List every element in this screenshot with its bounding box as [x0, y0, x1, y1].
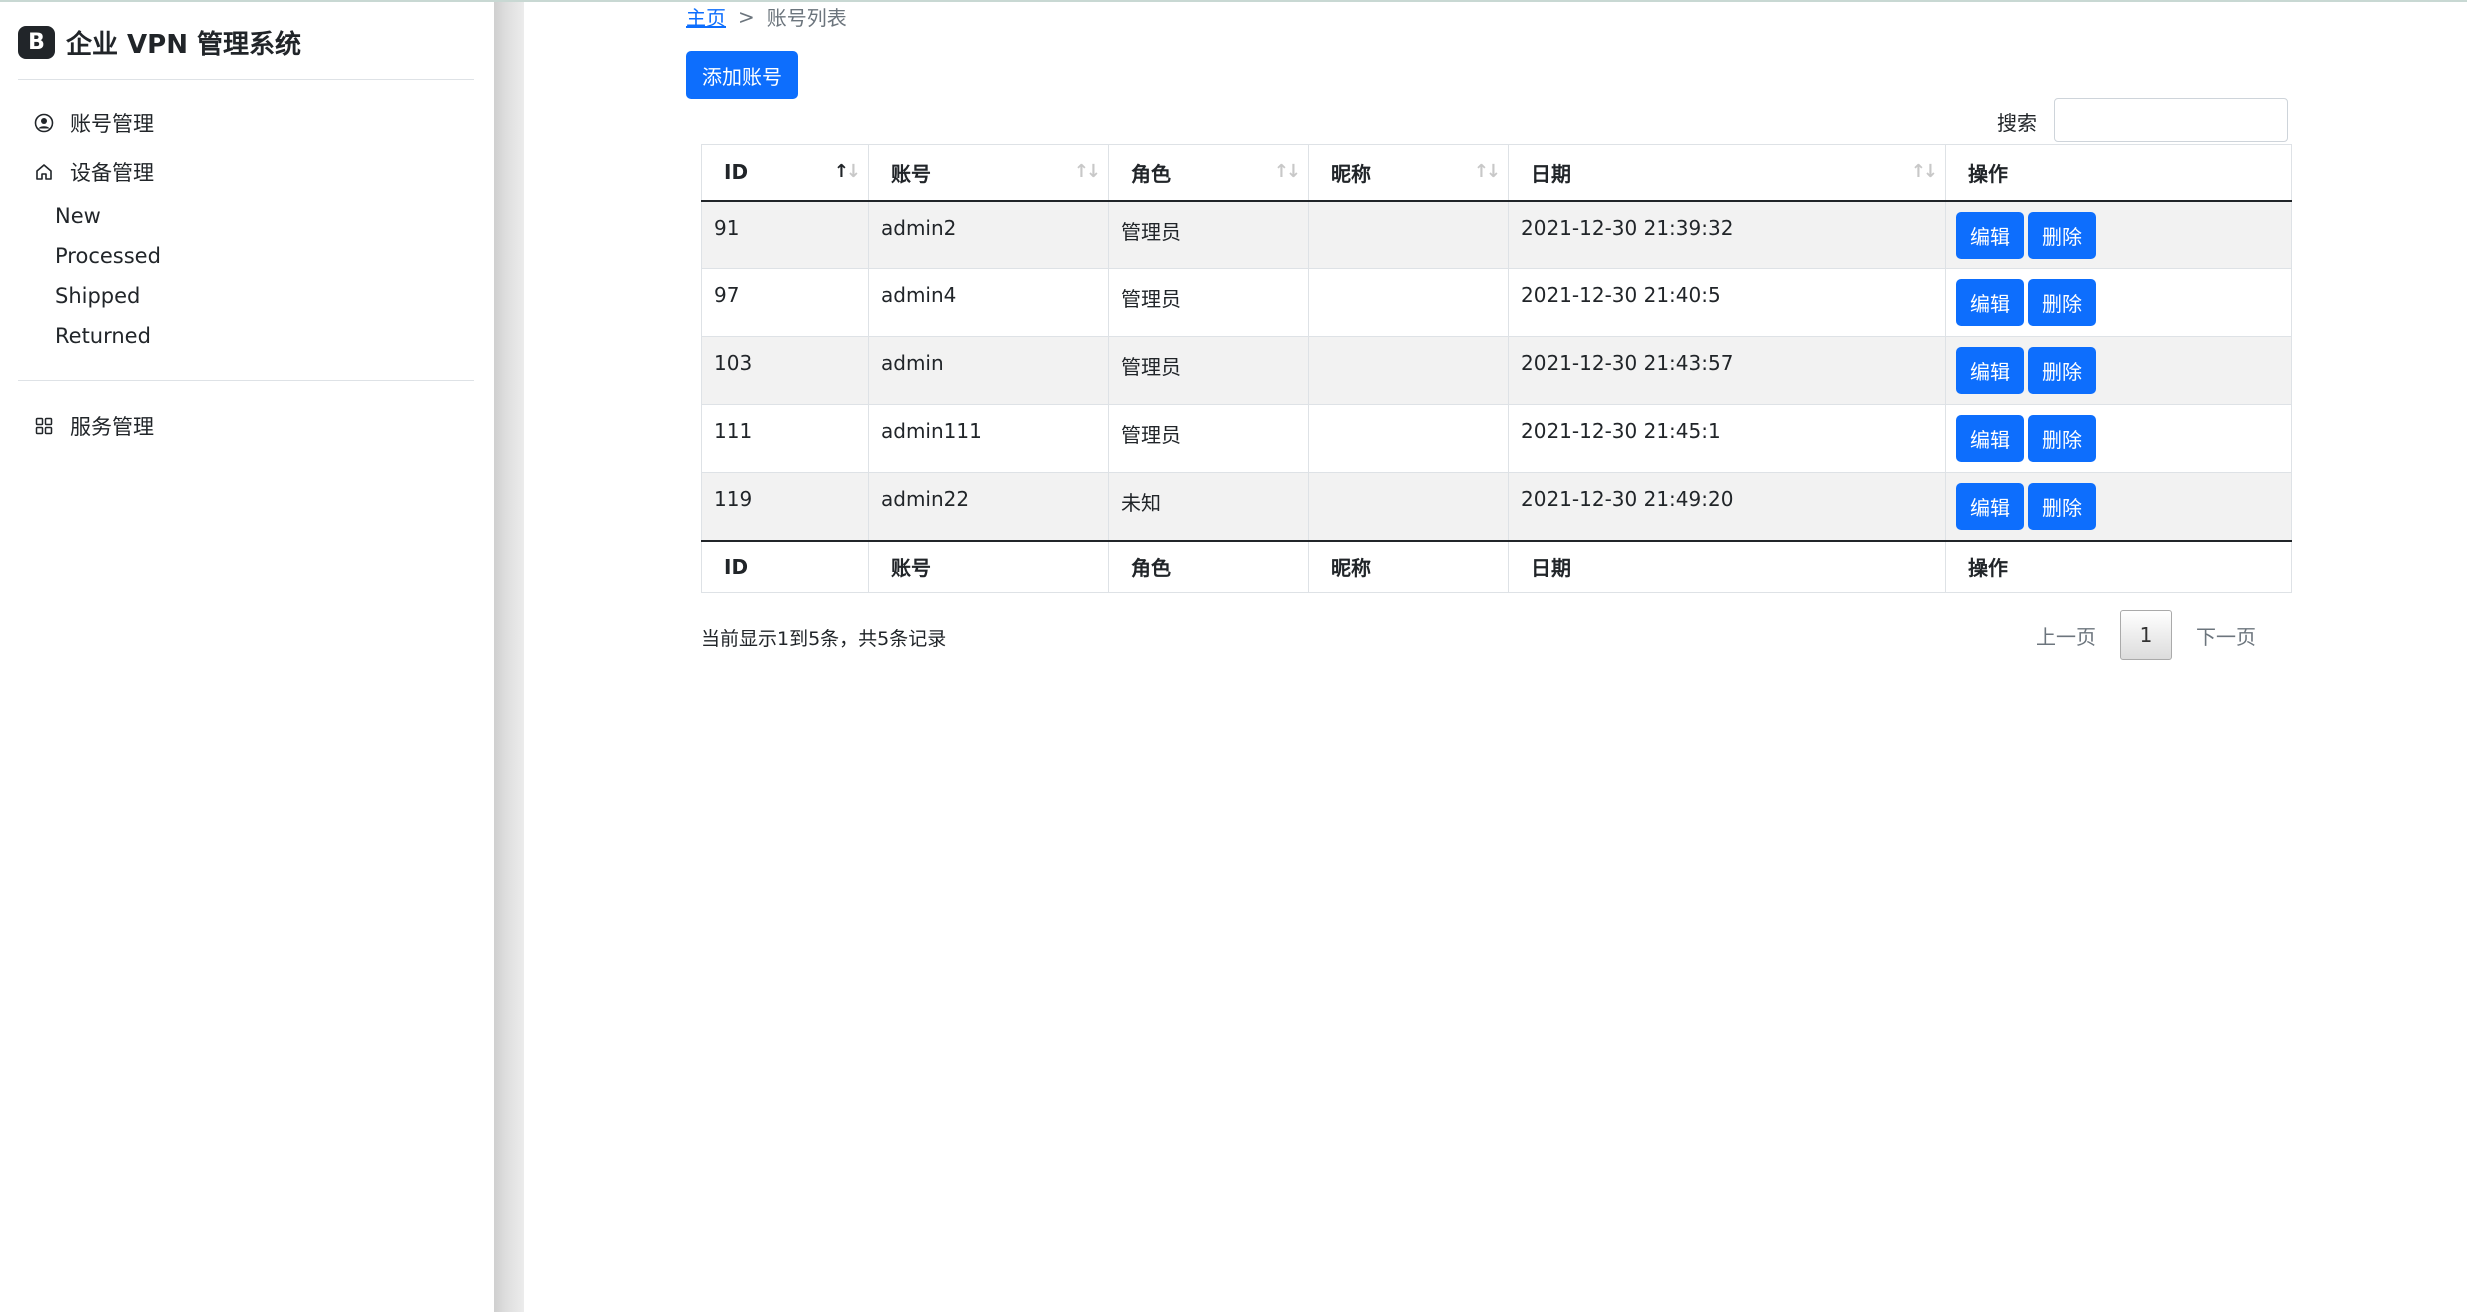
breadcrumb: 主页 > 账号列表 [686, 2, 847, 31]
house-icon [34, 162, 54, 182]
delete-button[interactable]: 删除 [2028, 483, 2096, 530]
brand-logo-icon: B [18, 25, 55, 59]
breadcrumb-home-link[interactable]: 主页 [686, 2, 726, 31]
cell-date: 2021-12-30 21:43:57 [1508, 336, 1946, 405]
delete-button[interactable]: 删除 [2028, 415, 2096, 462]
sidebar-subitem-shipped[interactable]: Shipped [55, 279, 140, 313]
cell-nickname [1308, 404, 1509, 473]
next-page-button[interactable]: 下一页 [2196, 621, 2256, 650]
sort-icon: ↑↓ [833, 161, 861, 182]
cell-role: 管理员 [1108, 200, 1309, 269]
table-row: 103 admin 管理员 2021-12-30 21:43:57 编辑 删除 [701, 336, 2292, 405]
cell-account: admin111 [868, 404, 1109, 473]
search-label: 搜索 [1997, 111, 2037, 135]
delete-button[interactable]: 删除 [2028, 347, 2096, 394]
cell-nickname [1308, 268, 1509, 337]
cell-role: 未知 [1108, 472, 1309, 541]
sort-icon: ↑↓ [1473, 161, 1501, 182]
cell-date: 2021-12-30 21:49:20 [1508, 472, 1946, 541]
edit-button[interactable]: 编辑 [1956, 279, 2024, 326]
sidebar-divider [18, 380, 474, 381]
sidebar-subitem-returned[interactable]: Returned [55, 319, 151, 353]
sort-icon: ↑↓ [1073, 161, 1101, 182]
cell-id: 103 [701, 336, 869, 405]
delete-button[interactable]: 删除 [2028, 211, 2096, 259]
brand[interactable]: B 企业 VPN 管理系统 [18, 22, 301, 62]
cell-id: 111 [701, 404, 869, 473]
search-input[interactable] [2054, 98, 2288, 142]
table-row: 91 admin2 管理员 2021-12-30 21:39:32 编辑 删除 [701, 200, 2292, 269]
pagination: 上一页 1 下一页 [2036, 609, 2256, 661]
sidebar: B 企业 VPN 管理系统 账号管理 设备管理 New Processed Sh… [0, 2, 494, 1312]
footer-header-date: 日期 [1508, 539, 1946, 593]
cell-actions: 编辑 删除 [1945, 336, 2292, 405]
footer-header-actions: 操作 [1945, 539, 2292, 593]
cell-role: 管理员 [1108, 268, 1309, 337]
brand-title: 企业 VPN 管理系统 [66, 29, 302, 60]
table-row: 111 admin111 管理员 2021-12-30 21:45:1 编辑 删除 [701, 404, 2292, 473]
footer-header-role: 角色 [1108, 539, 1309, 593]
column-header-date[interactable]: 日期 ↑↓ [1508, 144, 1946, 202]
cell-role: 管理员 [1108, 336, 1309, 405]
sidebar-divider [18, 79, 474, 80]
cell-role: 管理员 [1108, 404, 1309, 473]
edit-button[interactable]: 编辑 [1956, 211, 2024, 259]
cell-id: 119 [701, 472, 869, 541]
cell-account: admin4 [868, 268, 1109, 337]
cell-account: admin [868, 336, 1109, 405]
footer-header-id: ID [701, 539, 869, 593]
cell-actions: 编辑 删除 [1945, 472, 2292, 541]
footer-header-nickname: 昵称 [1308, 539, 1509, 593]
add-account-button[interactable]: 添加账号 [686, 51, 798, 99]
table-row: 119 admin22 未知 2021-12-30 21:49:20 编辑 删除 [701, 472, 2292, 541]
sidebar-item-device[interactable]: 设备管理 [34, 154, 154, 190]
edit-button[interactable]: 编辑 [1956, 347, 2024, 394]
sidebar-resize-handle[interactable] [494, 2, 524, 1312]
cell-nickname [1308, 472, 1509, 541]
edit-button[interactable]: 编辑 [1956, 483, 2024, 530]
sidebar-item-label: 账号管理 [70, 112, 154, 136]
cell-date: 2021-12-30 21:45:1 [1508, 404, 1946, 473]
sidebar-subitem-processed[interactable]: Processed [55, 239, 161, 273]
cell-account: admin22 [868, 472, 1109, 541]
sidebar-subitem-new[interactable]: New [55, 199, 101, 233]
column-header-actions: 操作 [1945, 144, 2292, 202]
sidebar-item-label: 设备管理 [70, 161, 154, 185]
table-header-row: ID ↑↓ 账号 ↑↓ 角色 ↑↓ 昵称 ↑↓ 日期 ↑↓ 操作 [701, 144, 2292, 202]
table-footer-row: ID 账号 角色 昵称 日期 操作 [701, 539, 2292, 593]
person-circle-icon [34, 113, 54, 133]
cell-actions: 编辑 删除 [1945, 404, 2292, 473]
cell-actions: 编辑 删除 [1945, 200, 2292, 269]
edit-button[interactable]: 编辑 [1956, 415, 2024, 462]
grid-icon [34, 416, 54, 436]
cell-actions: 编辑 删除 [1945, 268, 2292, 337]
column-header-nickname[interactable]: 昵称 ↑↓ [1308, 144, 1509, 202]
sidebar-item-label: 服务管理 [70, 415, 154, 439]
delete-button[interactable]: 删除 [2028, 279, 2096, 326]
column-header-role[interactable]: 角色 ↑↓ [1108, 144, 1309, 202]
account-table: ID ↑↓ 账号 ↑↓ 角色 ↑↓ 昵称 ↑↓ 日期 ↑↓ 操作 91 admin2 管理… [701, 144, 2292, 593]
sidebar-item-service[interactable]: 服务管理 [34, 408, 154, 444]
cell-date: 2021-12-30 21:40:5 [1508, 268, 1946, 337]
breadcrumb-current: 账号列表 [766, 6, 847, 30]
cell-id: 91 [701, 200, 869, 269]
cell-id: 97 [701, 268, 869, 337]
prev-page-button[interactable]: 上一页 [2036, 621, 2096, 650]
column-header-account[interactable]: 账号 ↑↓ [868, 144, 1109, 202]
cell-date: 2021-12-30 21:39:32 [1508, 200, 1946, 269]
cell-nickname [1308, 200, 1509, 269]
sort-icon: ↑↓ [1273, 161, 1301, 182]
column-header-id[interactable]: ID ↑↓ [701, 144, 869, 202]
page-1-button[interactable]: 1 [2120, 610, 2172, 660]
sort-icon: ↑↓ [1910, 161, 1938, 182]
cell-nickname [1308, 336, 1509, 405]
breadcrumb-separator: > [738, 4, 755, 29]
sidebar-item-account[interactable]: 账号管理 [34, 105, 154, 141]
footer-header-account: 账号 [868, 539, 1109, 593]
table-row: 97 admin4 管理员 2021-12-30 21:40:5 编辑 删除 [701, 268, 2292, 337]
table-info: 当前显示1到5条，共5条记录 [701, 628, 947, 650]
cell-account: admin2 [868, 200, 1109, 269]
